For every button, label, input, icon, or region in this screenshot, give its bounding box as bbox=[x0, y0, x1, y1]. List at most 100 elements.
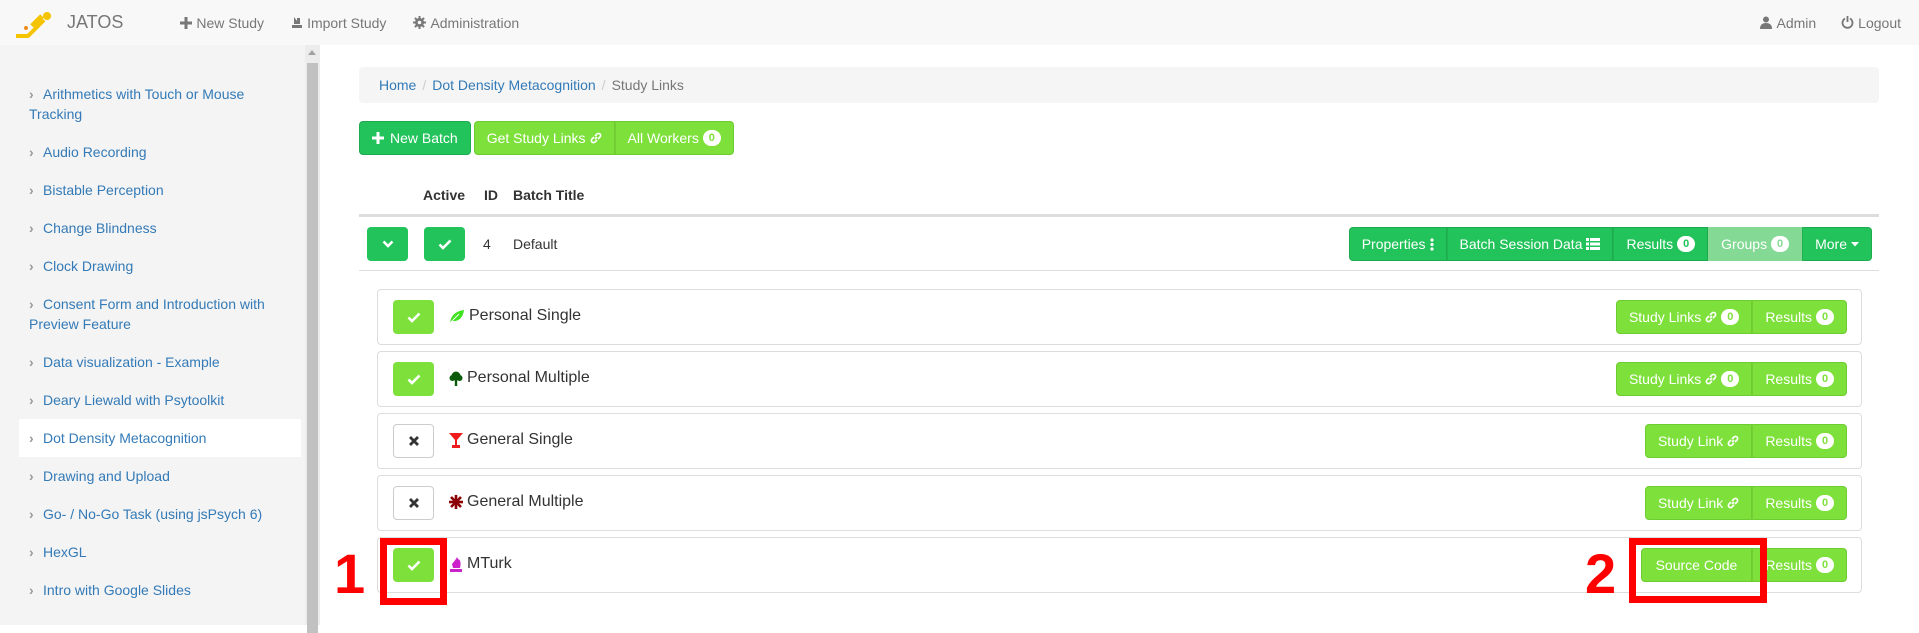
study-list: › Arithmetics with Touch or Mouse Trackin… bbox=[19, 75, 301, 609]
type-results-button[interactable]: Results 0 bbox=[1752, 362, 1847, 396]
chevron-right-icon: › bbox=[29, 392, 34, 408]
type-results-button[interactable]: Results 0 bbox=[1752, 424, 1847, 458]
sidebar-item-label: Consent Form and Introduction with Previ… bbox=[29, 296, 265, 332]
sidebar-item-label: Go- / No-Go Task (using jsPsych 6) bbox=[43, 506, 263, 522]
type-enable-toggle[interactable] bbox=[393, 486, 434, 520]
sidebar-item-study[interactable]: › Consent Form and Introduction with Prev… bbox=[19, 285, 301, 343]
sidebar-item-study[interactable]: › HexGL bbox=[19, 533, 301, 571]
study-link-type-row: General Multiple Study Link Results 0 bbox=[377, 475, 1862, 531]
sidebar-item-study[interactable]: › Deary Liewald with Psytoolkit bbox=[19, 381, 301, 419]
nav-admin-user[interactable]: Admin bbox=[1760, 15, 1816, 31]
batch-id: 4 bbox=[483, 235, 491, 252]
batch-results-button[interactable]: Results 0 bbox=[1613, 227, 1709, 261]
sidebar-item-label: Change Blindness bbox=[43, 220, 157, 236]
batch-groups-button[interactable]: Groups 0 bbox=[1708, 227, 1803, 261]
sidebar-item-label: Intro with Google Slides bbox=[43, 582, 191, 598]
study-link-button[interactable]: Study Link bbox=[1644, 424, 1753, 458]
sidebar-scrollbar[interactable] bbox=[305, 45, 320, 633]
nav-import-study[interactable]: Import Study bbox=[291, 15, 386, 31]
all-workers-button[interactable]: All Workers 0 bbox=[614, 121, 734, 155]
sidebar-item-label: Drawing and Upload bbox=[43, 468, 170, 484]
link-icon bbox=[1705, 311, 1717, 323]
batch-groups-count-badge: 0 bbox=[1771, 236, 1790, 252]
scroll-up-arrow-icon[interactable] bbox=[308, 50, 316, 55]
sidebar-item-study[interactable]: › Audio Recording bbox=[19, 133, 301, 171]
type-label: General Single bbox=[449, 431, 573, 449]
sidebar-item-study[interactable]: › Data visualization - Example bbox=[19, 343, 301, 381]
knight-icon bbox=[449, 556, 463, 572]
scrollbar-thumb[interactable] bbox=[307, 63, 318, 633]
type-results-button[interactable]: Results 0 bbox=[1752, 486, 1847, 520]
caret-down-icon bbox=[1851, 241, 1859, 247]
type-results-count-badge: 0 bbox=[1816, 495, 1834, 511]
study-links-count-badge: 0 bbox=[1721, 309, 1740, 325]
study-links-label: Study Links bbox=[1628, 371, 1702, 387]
get-study-links-button[interactable]: Get Study Links bbox=[473, 121, 615, 155]
annotation-box-2 bbox=[1629, 538, 1767, 603]
batch-more-dropdown[interactable]: More bbox=[1802, 227, 1872, 261]
chevron-right-icon: › bbox=[29, 468, 34, 484]
sidebar-item-study-active[interactable]: › Dot Density Metacognition bbox=[19, 419, 301, 457]
sidebar-item-study[interactable]: › Bistable Perception bbox=[19, 171, 301, 209]
batch-more-label: More bbox=[1815, 236, 1847, 252]
breadcrumb-study[interactable]: Dot Density Metacognition bbox=[432, 77, 595, 93]
batch-table-header: Active ID Batch Title bbox=[359, 175, 1879, 217]
type-actions-group: Study Links 0 Results 0 bbox=[1615, 300, 1847, 334]
type-label: General Multiple bbox=[449, 493, 584, 511]
chevron-right-icon: › bbox=[29, 430, 34, 446]
batch-title[interactable]: Default bbox=[513, 236, 557, 252]
type-name: Personal Single bbox=[469, 307, 582, 324]
type-results-button[interactable]: Results 0 bbox=[1752, 300, 1847, 334]
batch-properties-button[interactable]: Properties bbox=[1348, 227, 1447, 261]
sidebar-item-study[interactable]: › Intro with Google Slides bbox=[19, 571, 301, 609]
asterisk-icon bbox=[449, 495, 463, 509]
type-enable-toggle[interactable] bbox=[393, 424, 434, 458]
study-link-button[interactable]: Study Link bbox=[1644, 486, 1753, 520]
chevron-right-icon: › bbox=[29, 86, 34, 102]
batch-session-data-button[interactable]: Batch Session Data bbox=[1446, 227, 1614, 261]
nav-logout-label: Logout bbox=[1858, 14, 1901, 31]
study-link-label: Study Link bbox=[1657, 495, 1724, 511]
nav-logout[interactable]: Logout bbox=[1841, 15, 1901, 31]
gear-icon bbox=[413, 16, 427, 29]
type-results-label: Results bbox=[1765, 309, 1812, 325]
breadcrumb-home[interactable]: Home bbox=[379, 77, 416, 93]
sidebar-item-study[interactable]: › Change Blindness bbox=[19, 209, 301, 247]
sidebar: › Arithmetics with Touch or Mouse Trackin… bbox=[0, 45, 306, 625]
batch-row: 4 Default Properties Batch Session Data … bbox=[359, 217, 1879, 271]
user-icon bbox=[1760, 16, 1773, 29]
batch-results-label: Results bbox=[1626, 236, 1674, 252]
close-icon bbox=[408, 498, 419, 508]
study-link-label: Study Link bbox=[1657, 433, 1724, 449]
type-name: MTurk bbox=[467, 555, 512, 572]
sidebar-item-label: Audio Recording bbox=[43, 144, 147, 160]
type-results-count-badge: 0 bbox=[1816, 433, 1834, 449]
plus-icon bbox=[372, 132, 384, 144]
expand-batch-button[interactable] bbox=[367, 227, 408, 261]
type-name: General Single bbox=[467, 431, 573, 448]
batch-active-toggle[interactable] bbox=[424, 227, 465, 261]
brand[interactable]: JATOS bbox=[14, 8, 123, 38]
type-actions-group: Study Link Results 0 bbox=[1644, 424, 1847, 458]
link-icon bbox=[1705, 373, 1717, 385]
chevron-right-icon: › bbox=[29, 354, 34, 370]
nav-new-study[interactable]: New Study bbox=[180, 15, 264, 31]
sidebar-item-study[interactable]: › Go- / No-Go Task (using jsPsych 6) bbox=[19, 495, 301, 533]
table-list-icon bbox=[1586, 238, 1601, 250]
study-links-button[interactable]: Study Links 0 bbox=[1615, 300, 1753, 334]
sidebar-item-study[interactable]: › Arithmetics with Touch or Mouse Trackin… bbox=[19, 75, 301, 133]
chevron-right-icon: › bbox=[29, 220, 34, 236]
sidebar-item-study[interactable]: › Drawing and Upload bbox=[19, 457, 301, 495]
sidebar-item-study[interactable]: › Clock Drawing bbox=[19, 247, 301, 285]
study-links-button[interactable]: Study Links 0 bbox=[1615, 362, 1753, 396]
breadcrumb-current: Study Links bbox=[611, 77, 684, 93]
jatos-logo-icon bbox=[16, 11, 51, 38]
study-links-button-group: Get Study Links All Workers 0 bbox=[473, 121, 734, 155]
nav-administration[interactable]: Administration bbox=[413, 15, 519, 31]
type-enable-toggle[interactable] bbox=[393, 362, 434, 396]
sidebar-item-label: Dot Density Metacognition bbox=[43, 430, 207, 446]
chevron-right-icon: › bbox=[29, 144, 34, 160]
new-batch-button[interactable]: New Batch bbox=[359, 121, 471, 155]
type-enable-toggle[interactable] bbox=[393, 300, 434, 334]
study-links-label: Study Links bbox=[1628, 309, 1702, 325]
